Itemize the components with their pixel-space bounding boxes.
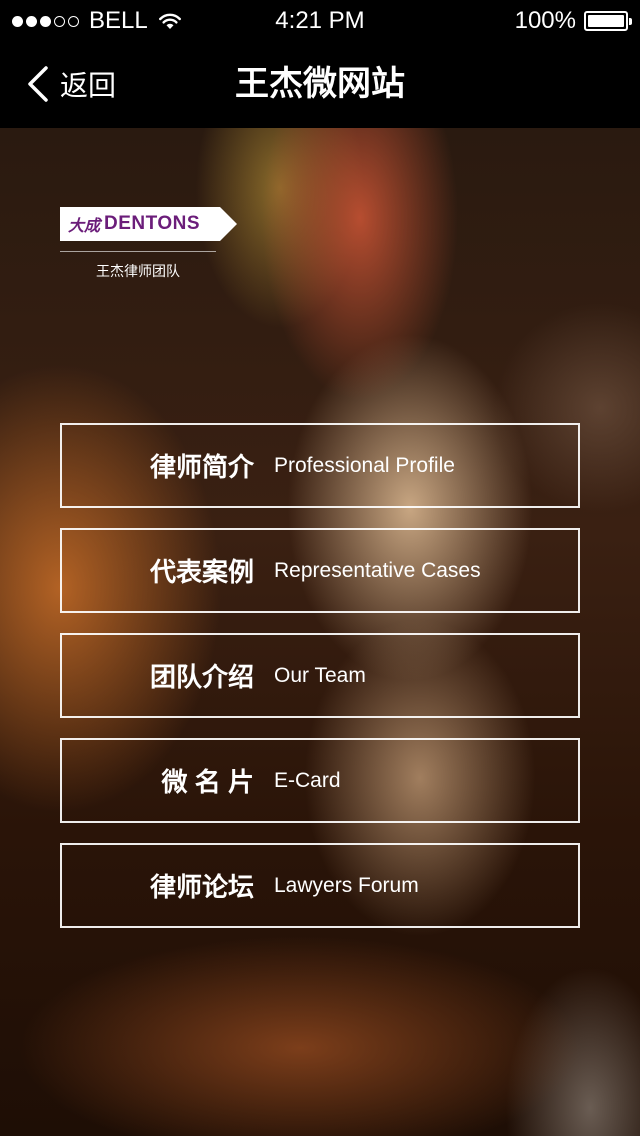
team-name: 王杰律师团队 bbox=[96, 263, 180, 279]
battery-icon bbox=[584, 11, 632, 31]
menu-item-e-card[interactable]: 微 名 片 E-Card bbox=[60, 738, 580, 823]
menu-item-lawyers-forum[interactable]: 律师论坛 Lawyers Forum bbox=[60, 843, 580, 928]
menu-item-our-team[interactable]: 团队介绍 Our Team bbox=[60, 633, 580, 718]
menu-item-label-en: E-Card bbox=[274, 768, 341, 792]
menu-item-label-en: Representative Cases bbox=[274, 558, 481, 582]
menu-item-label-cn: 团队介绍 bbox=[149, 662, 254, 692]
navigation-bar: 返回 王杰微网站 bbox=[0, 40, 640, 128]
battery-fill bbox=[588, 15, 624, 27]
menu-item-representative-cases[interactable]: 代表案例 Representative Cases bbox=[60, 528, 580, 613]
menu-item-label-en: Professional Profile bbox=[274, 453, 455, 477]
dentons-logo: 大成 DENTONS 王杰律师团队 bbox=[60, 207, 240, 281]
menu-item-professional-profile[interactable]: 律师简介 Professional Profile bbox=[60, 423, 580, 508]
menu-item-label-cn: 微 名 片 bbox=[161, 767, 254, 797]
status-bar: BELL 4:21 PM 100% bbox=[0, 0, 640, 40]
menu-item-label-cn: 律师简介 bbox=[149, 452, 254, 482]
status-right: 100% bbox=[514, 7, 632, 35]
battery-percent: 100% bbox=[514, 7, 576, 34]
menu-item-label-cn: 律师论坛 bbox=[149, 872, 254, 902]
logo-brand-cn: 大成 bbox=[68, 216, 101, 235]
logo-divider bbox=[60, 251, 216, 252]
page-title: 王杰微网站 bbox=[235, 65, 405, 103]
main-menu: 律师简介 Professional Profile 代表案例 Represent… bbox=[60, 423, 580, 948]
menu-item-label-en: Our Team bbox=[274, 663, 366, 687]
menu-item-label-cn: 代表案例 bbox=[149, 557, 254, 587]
screen: BELL 4:21 PM 100% 返回 王杰微网站 大成 DENTONS 王杰… bbox=[0, 0, 640, 1136]
logo-brand-en: DENTONS bbox=[104, 213, 201, 234]
menu-item-label-en: Lawyers Forum bbox=[274, 873, 419, 897]
logo-plate: 大成 DENTONS bbox=[60, 207, 237, 241]
